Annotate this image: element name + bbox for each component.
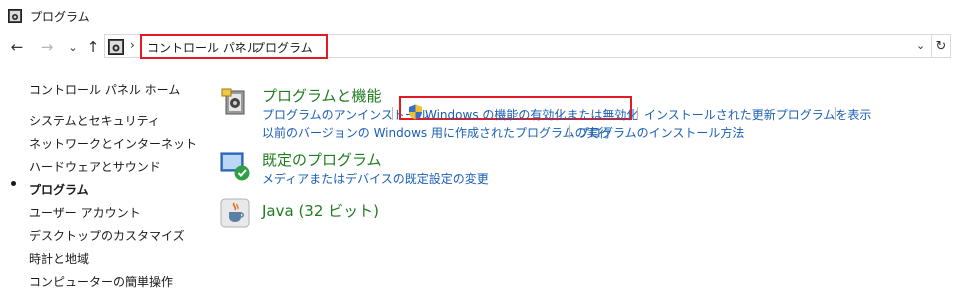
category-title-java[interactable]: Java (32 ビット) bbox=[262, 200, 379, 221]
control-panel-icon bbox=[108, 39, 124, 55]
sidebar-item-clock-region[interactable]: 時計と地域 bbox=[29, 250, 89, 267]
up-button[interactable]: ↑ bbox=[82, 36, 104, 58]
sidebar-item-hardware-sound[interactable]: ハードウェアとサウンド bbox=[29, 158, 161, 175]
sidebar-item-personalization[interactable]: デスクトップのカスタマイズ bbox=[29, 227, 185, 244]
control-panel-icon bbox=[8, 9, 22, 23]
link-separator bbox=[569, 125, 570, 138]
refresh-button[interactable]: ↻ bbox=[931, 34, 951, 58]
selected-bullet bbox=[11, 181, 16, 186]
window-title: プログラム bbox=[30, 10, 90, 24]
title-bar: プログラム bbox=[0, 0, 955, 32]
recent-locations-button[interactable]: ⌄ bbox=[62, 36, 84, 58]
java-icon bbox=[220, 198, 250, 228]
sidebar-item-ease-of-access[interactable]: コンピューターの簡単操作 bbox=[29, 273, 173, 290]
link-separator bbox=[392, 107, 393, 120]
sidebar-item-user-accounts[interactable]: ユーザー アカウント bbox=[29, 204, 141, 221]
breadcrumb-programs[interactable]: プログラム bbox=[253, 39, 313, 56]
link-media-device-defaults[interactable]: メディアまたはデバイスの既定設定の変更 bbox=[262, 170, 489, 187]
link-separator bbox=[835, 107, 836, 120]
chevron-down-icon[interactable]: ⌄ bbox=[916, 39, 925, 52]
back-button[interactable]: ← bbox=[6, 36, 28, 58]
breadcrumb-separator: › bbox=[130, 38, 135, 52]
breadcrumb-control-panel[interactable]: コントロール パネル bbox=[147, 39, 259, 56]
default-programs-icon bbox=[220, 152, 250, 181]
sidebar-item-system-security[interactable]: システムとセキュリティ bbox=[29, 112, 160, 129]
link-how-to-install[interactable]: プログラムのインストール方法 bbox=[577, 124, 744, 141]
category-title-default-programs[interactable]: 既定のプログラム bbox=[262, 149, 382, 170]
shield-icon bbox=[409, 104, 422, 120]
link-run-older-programs[interactable]: 以前のバージョンの Windows 用に作成されたプログラムの実行 bbox=[262, 124, 611, 141]
programs-features-icon bbox=[221, 88, 245, 115]
sidebar-item-programs[interactable]: プログラム bbox=[29, 181, 89, 198]
sidebar-item-network[interactable]: ネットワークとインターネット bbox=[29, 135, 197, 152]
link-view-installed-updates[interactable]: インストールされた更新プログラムを表示 bbox=[644, 106, 871, 123]
link-windows-features[interactable]: Windows の機能の有効化または無効化 bbox=[425, 106, 638, 123]
link-separator bbox=[637, 107, 638, 120]
category-title-programs-features[interactable]: プログラムと機能 bbox=[262, 85, 382, 106]
sidebar-home-link[interactable]: コントロール パネル ホーム bbox=[29, 81, 180, 98]
breadcrumb-separator: › bbox=[235, 39, 240, 53]
forward-button[interactable]: → bbox=[36, 36, 58, 58]
